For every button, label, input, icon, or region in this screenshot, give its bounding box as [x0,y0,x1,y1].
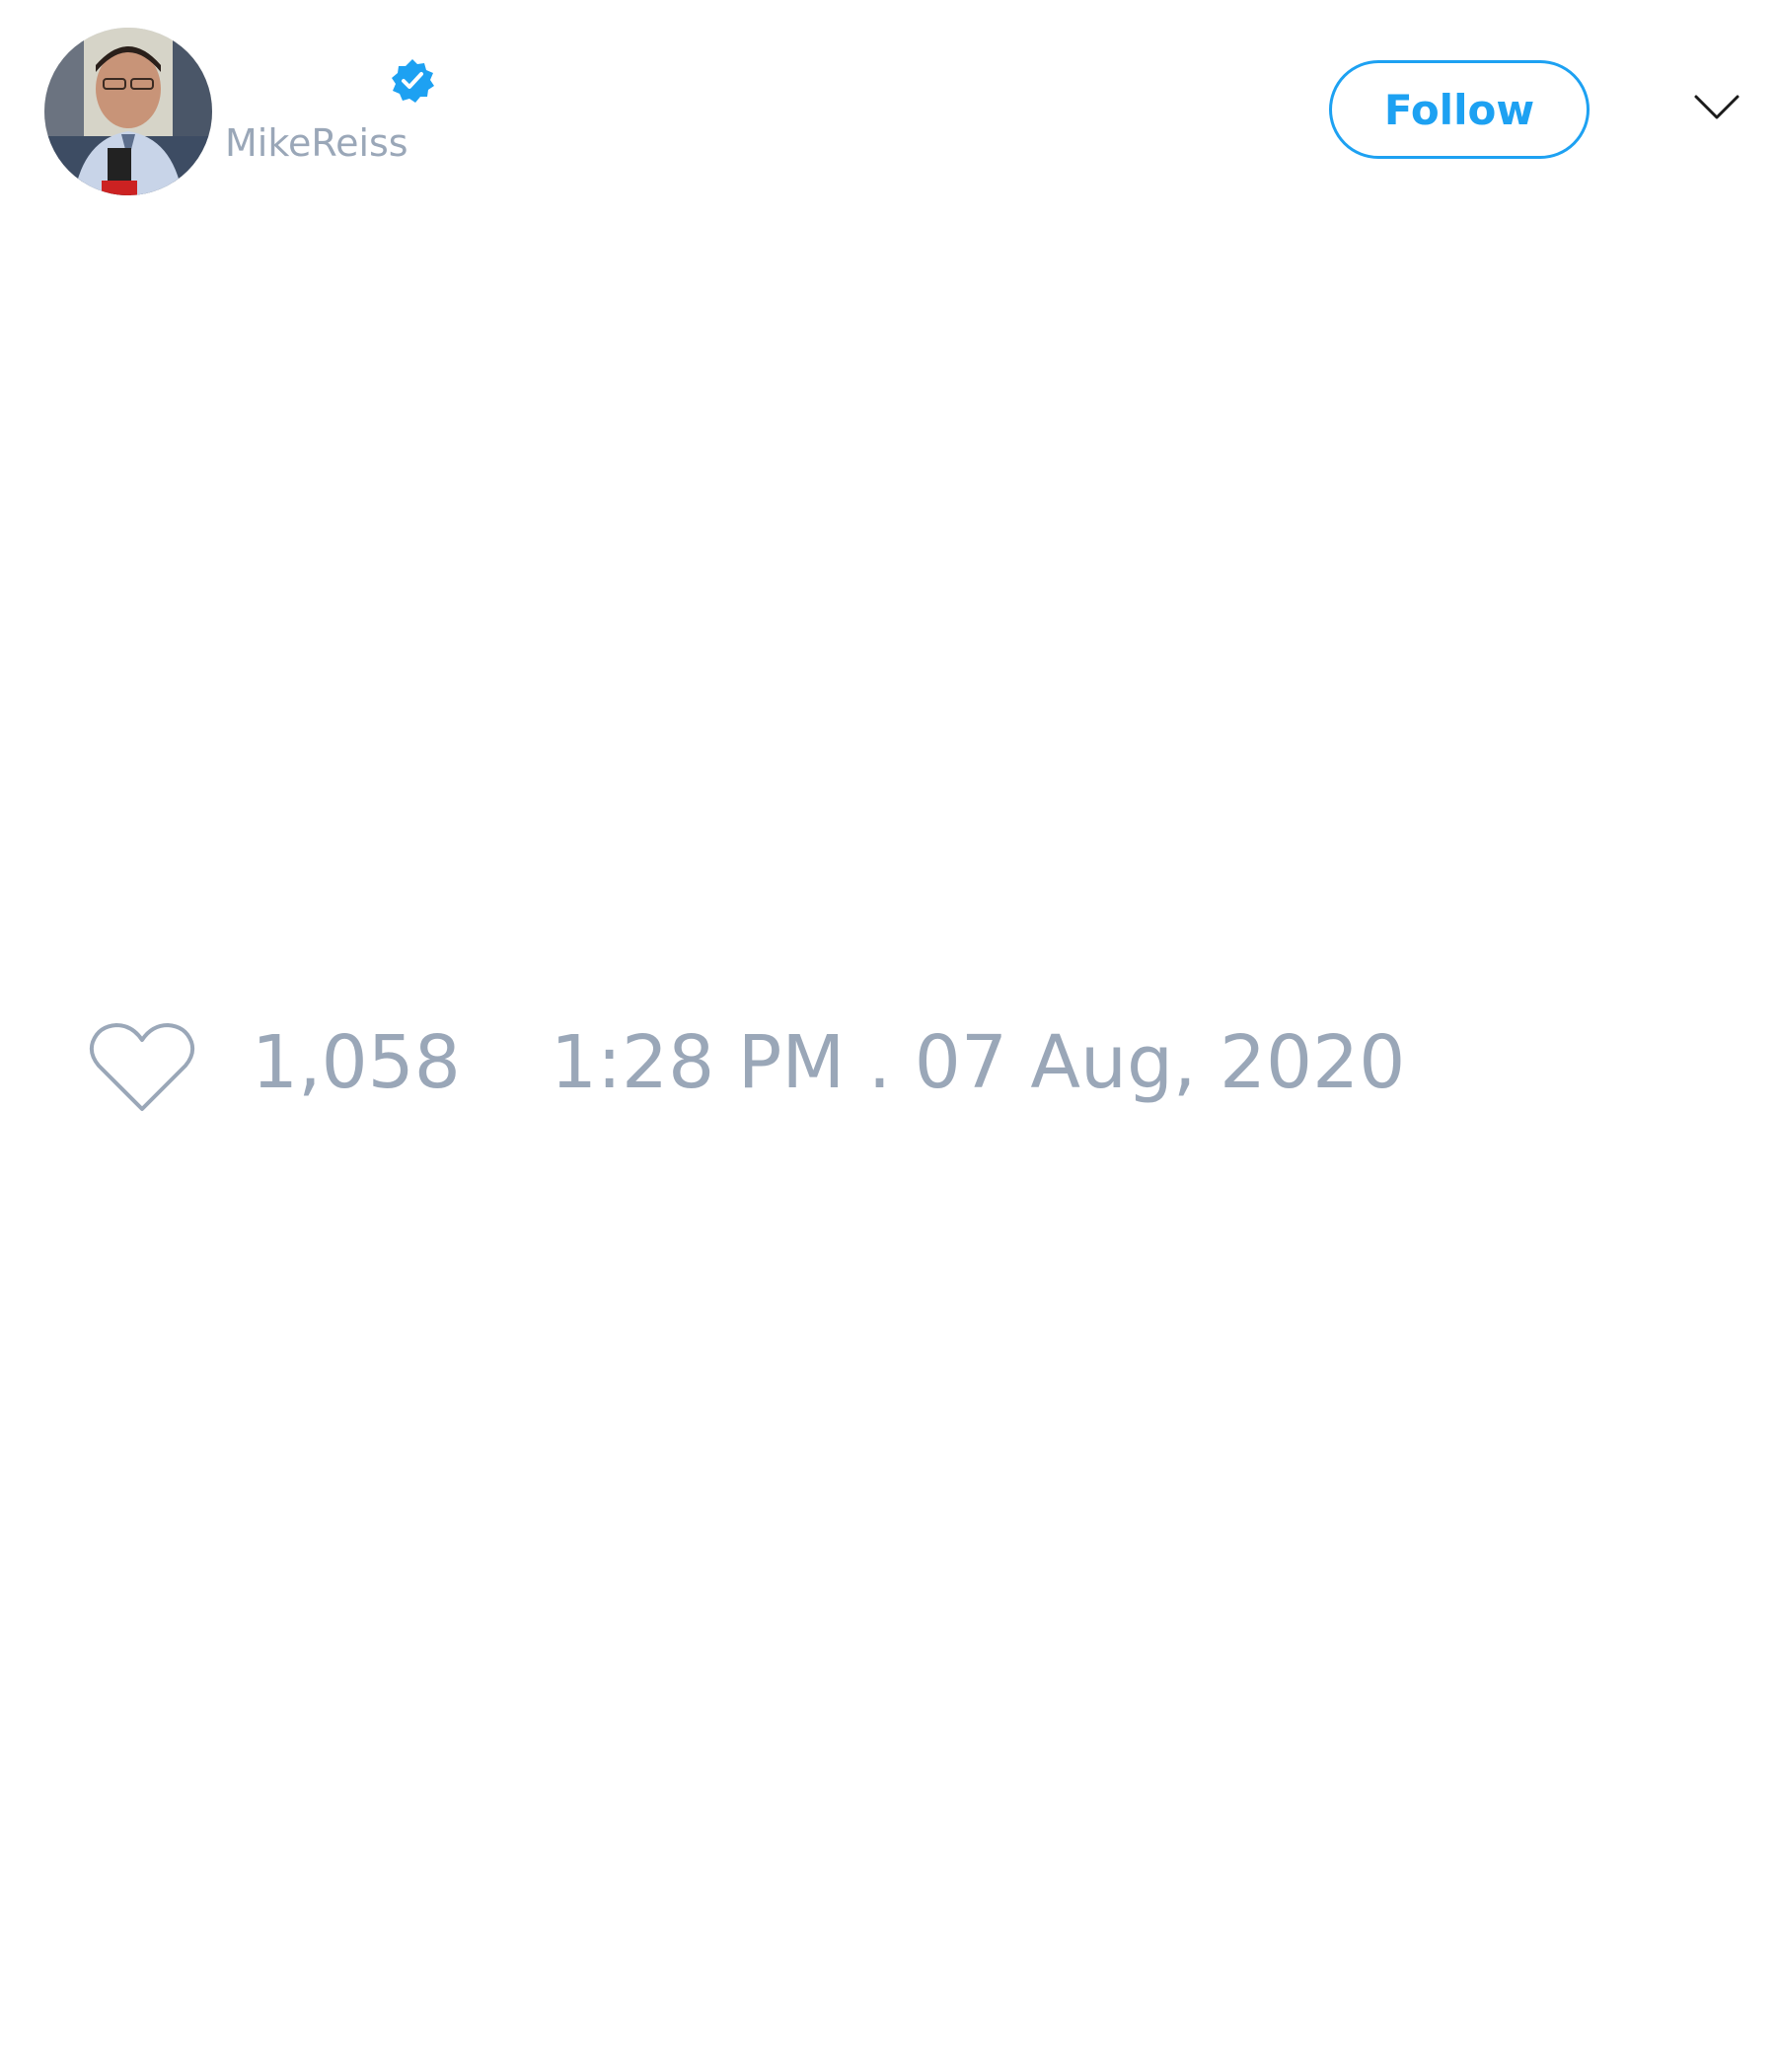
like-count: 1,058 [252,1020,461,1105]
avatar[interactable] [44,28,212,195]
tweet-meta: 1,058 1:28 PM . 07 Aug, 2020 [0,997,1776,1145]
chevron-down-icon[interactable] [1693,93,1740,122]
avatar-photo-icon [44,28,212,195]
verified-badge-icon [389,57,436,105]
username[interactable]: MikeReiss [225,124,408,162]
follow-button[interactable]: Follow [1329,60,1590,159]
tweet-timestamp[interactable]: 1:28 PM . 07 Aug, 2020 [551,1026,1405,1099]
tweet-embed: MikeReiss Follow 1,058 1:28 PM . 07 Aug,… [0,0,1776,2072]
tweet-header: MikeReiss Follow [0,0,1776,227]
heart-icon[interactable] [89,1020,195,1115]
